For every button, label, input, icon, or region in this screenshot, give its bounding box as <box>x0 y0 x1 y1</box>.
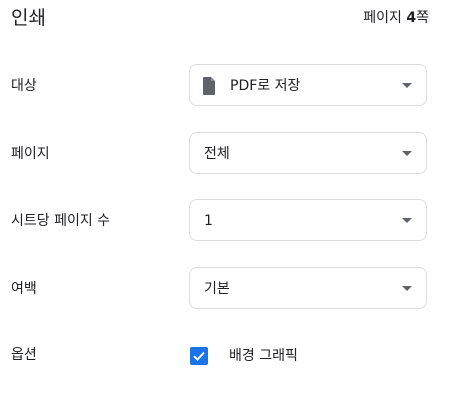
background-graphics-label[interactable]: 배경 그래픽 <box>229 346 298 366</box>
file-icon <box>203 77 215 95</box>
chevron-down-icon <box>402 151 412 156</box>
background-graphics-checkbox[interactable] <box>190 347 208 365</box>
margins-select[interactable]: 기본 <box>189 267 427 309</box>
pages-per-sheet-value: 1 <box>204 213 213 229</box>
page-count-suffix: 쪽 <box>416 10 429 26</box>
chevron-down-icon <box>402 218 412 223</box>
pages-label: 페이지 <box>11 146 50 162</box>
checkmark-icon <box>193 351 205 361</box>
page-title: 인쇄 <box>11 7 46 29</box>
page-count: 페이지 4쪽 <box>363 8 429 28</box>
destination-label: 대상 <box>11 78 37 94</box>
chevron-down-icon <box>402 286 412 291</box>
pages-select[interactable]: 전체 <box>189 132 427 174</box>
print-dialog: 인쇄 페이지 4쪽 대상 PDF로 저장 페이지 전체 시트당 페이지 수 1 … <box>0 0 457 408</box>
margins-value: 기본 <box>204 281 230 297</box>
options-label: 옵션 <box>11 347 37 363</box>
destination-select[interactable]: PDF로 저장 <box>189 64 427 106</box>
page-count-number: 4 <box>406 10 417 26</box>
destination-value: PDF로 저장 <box>230 78 301 94</box>
pages-value: 전체 <box>204 146 230 162</box>
pages-per-sheet-select[interactable]: 1 <box>189 199 427 241</box>
margins-label: 여백 <box>11 281 37 297</box>
pages-per-sheet-label: 시트당 페이지 수 <box>11 213 111 229</box>
chevron-down-icon <box>402 83 412 88</box>
page-count-prefix: 페이지 <box>363 10 407 26</box>
